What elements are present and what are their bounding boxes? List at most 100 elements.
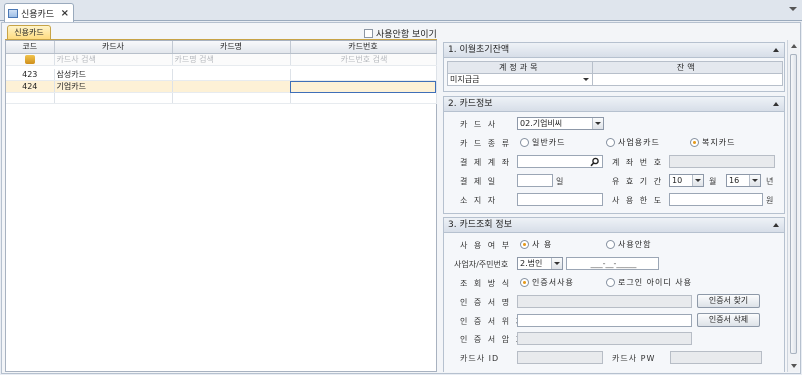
radio-label: 인증서사용 xyxy=(532,278,574,287)
radio-login-method[interactable]: 로그인 아이디 사용 xyxy=(606,277,692,288)
show-unused-checkbox[interactable]: 사용안함 보이기 xyxy=(364,27,437,40)
cert-location-input[interactable] xyxy=(517,314,692,327)
radio-icon[interactable] xyxy=(520,278,529,287)
payment-day-input[interactable] xyxy=(517,174,553,187)
radio-business-card[interactable]: 사업용카드 xyxy=(606,137,660,148)
table-row[interactable]: 424 기업카드 xyxy=(6,80,437,93)
scroll-up-icon[interactable] xyxy=(791,44,797,48)
cell-code[interactable] xyxy=(6,92,55,104)
cell-name[interactable] xyxy=(172,69,291,81)
chevron-down-icon[interactable] xyxy=(592,118,603,129)
cell-number[interactable] xyxy=(290,80,437,93)
radio-label: 사업용카드 xyxy=(618,138,660,147)
scroll-thumb[interactable] xyxy=(790,54,797,354)
cert-delete-button[interactable]: 인증서 삭제 xyxy=(697,313,760,327)
card-id-label: 카드사 ID xyxy=(460,354,500,363)
radio-label: 사 용 xyxy=(532,240,553,249)
collapse-icon[interactable] xyxy=(773,223,779,227)
subtab-credit-card[interactable]: 신용카드 xyxy=(7,25,51,40)
collapse-icon[interactable] xyxy=(773,102,779,106)
checkbox-box[interactable] xyxy=(364,29,373,38)
card-company-select[interactable]: 02.기업비씨 xyxy=(517,117,604,130)
cell-company[interactable]: 삼성카드 xyxy=(54,69,173,81)
section-header[interactable]: 1. 이월초기잔액 xyxy=(444,43,784,58)
document-tabstrip: 신용카드 × xyxy=(0,0,802,22)
radio-icon[interactable] xyxy=(606,240,615,249)
search-icon[interactable] xyxy=(590,157,600,167)
column-header-code[interactable]: 코드 xyxy=(6,41,55,54)
chevron-down-icon[interactable] xyxy=(789,7,797,11)
validity-year-value: 16 xyxy=(729,176,740,185)
section-title: 2. 카드정보 xyxy=(448,99,493,109)
radio-label: 로그인 아이디 사용 xyxy=(618,278,692,287)
cell-name[interactable] xyxy=(172,80,291,93)
filter-company[interactable]: 카드사 검색 xyxy=(54,53,173,66)
section-header[interactable]: 3. 카드조회 정보 xyxy=(444,218,784,233)
year-suffix: 년 xyxy=(766,177,776,186)
chevron-down-icon[interactable] xyxy=(749,175,760,186)
show-unused-label: 사용안함 보이기 xyxy=(376,30,437,40)
tab-title: 신용카드 xyxy=(21,9,55,20)
payment-account-input[interactable] xyxy=(517,155,603,168)
cell-name[interactable] xyxy=(172,92,291,104)
card-company-value: 02.기업비씨 xyxy=(520,119,563,128)
table-row[interactable]: 423 삼성카드 xyxy=(6,69,437,81)
radio-icon[interactable] xyxy=(520,240,529,249)
column-header-account: 계정과목 xyxy=(447,61,593,74)
payment-day-label: 결 제 일 xyxy=(460,177,498,186)
vertical-scrollbar[interactable] xyxy=(787,40,799,372)
section-header[interactable]: 2. 카드정보 xyxy=(444,97,784,112)
card-id-input xyxy=(517,351,603,364)
limit-input[interactable] xyxy=(669,193,763,206)
cert-password-label: 인 증 서 암 호 xyxy=(460,335,525,344)
cell-number[interactable] xyxy=(290,69,437,81)
radio-label: 복지카드 xyxy=(702,138,736,147)
biz-number-input[interactable]: ___-__-_____ xyxy=(566,257,659,270)
table-row[interactable] xyxy=(6,92,437,104)
radio-icon[interactable] xyxy=(520,138,529,147)
cell-company[interactable] xyxy=(54,92,173,104)
scroll-down-icon[interactable] xyxy=(791,364,797,368)
biz-type-select[interactable]: 2.법인 xyxy=(517,257,563,270)
radio-use[interactable]: 사 용 xyxy=(520,239,552,250)
chevron-down-icon[interactable] xyxy=(692,175,703,186)
column-header-balance: 잔액 xyxy=(591,61,784,74)
radio-unused[interactable]: 사용안함 xyxy=(606,239,651,250)
radio-icon[interactable] xyxy=(606,278,615,287)
account-select[interactable]: 미지급금 xyxy=(447,73,593,86)
filter-name[interactable]: 카드명 검색 xyxy=(172,53,291,66)
column-header-company[interactable]: 카드사 xyxy=(54,41,173,54)
validity-year-select[interactable]: 16 xyxy=(726,174,761,187)
main-content: 신용카드 사용안함 보이기 코드 카드사 카드명 카드번호 카드사 검색 카드명… xyxy=(1,22,801,374)
radio-welfare-card[interactable]: 복지카드 xyxy=(690,137,735,148)
section-initial-balance: 1. 이월초기잔액 계정과목 잔액 미지급금 xyxy=(443,42,785,92)
radio-general-card[interactable]: 일반카드 xyxy=(520,137,565,148)
chevron-down-icon[interactable] xyxy=(582,78,589,81)
radio-icon[interactable] xyxy=(690,138,699,147)
cert-find-button[interactable]: 인증서 찾기 xyxy=(697,294,760,308)
filter-cell-code[interactable] xyxy=(6,53,55,66)
tab-credit-card[interactable]: 신용카드 × xyxy=(4,3,74,22)
radio-cert-method[interactable]: 인증서사용 xyxy=(520,277,574,288)
filter-number[interactable]: 카드번호 검색 xyxy=(290,53,437,66)
validity-month-select[interactable]: 10 xyxy=(669,174,704,187)
card-icon xyxy=(8,8,18,18)
holder-input[interactable] xyxy=(517,193,603,206)
cell-company[interactable]: 기업카드 xyxy=(54,80,173,93)
cell-code[interactable]: 424 xyxy=(6,80,55,93)
section-card-info: 2. 카드정보 카 드 사 02.기업비씨 카 드 종 류 일반카드 사업용카드… xyxy=(443,96,785,214)
lock-icon xyxy=(24,54,35,64)
cell-code[interactable]: 423 xyxy=(6,69,55,81)
account-value: 미지급금 xyxy=(450,75,480,84)
close-icon[interactable]: × xyxy=(61,8,69,19)
column-header-number[interactable]: 카드번호 xyxy=(290,41,437,54)
chevron-down-icon[interactable] xyxy=(551,258,562,269)
collapse-icon[interactable] xyxy=(773,48,779,52)
radio-icon[interactable] xyxy=(606,138,615,147)
cert-name-input xyxy=(517,295,692,308)
column-header-name[interactable]: 카드명 xyxy=(172,41,291,54)
card-pw-label: 카드사 PW xyxy=(612,354,656,363)
filter-row: 카드사 검색 카드명 검색 카드번호 검색 xyxy=(6,53,437,66)
balance-input[interactable] xyxy=(591,73,784,86)
cell-number[interactable] xyxy=(290,92,437,104)
